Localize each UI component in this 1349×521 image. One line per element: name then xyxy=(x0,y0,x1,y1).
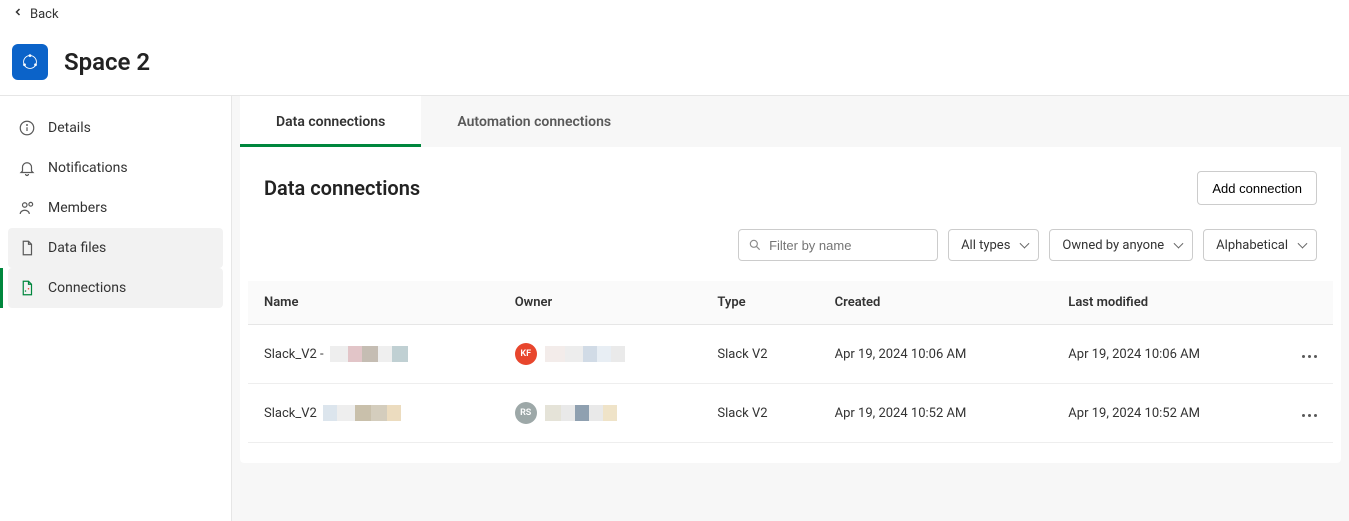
filter-types-label: All types xyxy=(961,238,1010,253)
back-label: Back xyxy=(30,7,59,22)
row-actions-menu[interactable] xyxy=(1302,414,1317,417)
connection-name-cell: Slack_V2 xyxy=(264,405,483,421)
add-connection-button[interactable]: Add connection xyxy=(1197,171,1317,205)
owner-cell: RS xyxy=(515,402,686,424)
sidebar-item-label: Notifications xyxy=(48,160,128,176)
bell-icon xyxy=(18,159,36,177)
redacted-text xyxy=(545,346,625,362)
sidebar-item-label: Members xyxy=(48,200,107,216)
redacted-text xyxy=(330,346,408,362)
add-connection-label: Add connection xyxy=(1212,181,1302,196)
chevron-left-icon xyxy=(12,6,24,22)
connection-modified: Apr 19, 2024 10:06 AM xyxy=(1052,325,1286,384)
sidebar-item-members[interactable]: Members xyxy=(8,188,223,228)
filter-owner-label: Owned by anyone xyxy=(1062,238,1164,253)
tabs: Data connections Automation connections xyxy=(240,96,1341,147)
back-link[interactable]: Back xyxy=(0,0,1349,28)
avatar: KF xyxy=(515,343,537,365)
table-row[interactable]: Slack_V2 - xyxy=(248,325,1333,384)
redacted-text xyxy=(323,405,401,421)
connection-type: Slack V2 xyxy=(701,325,818,384)
table-row[interactable]: Slack_V2 xyxy=(248,384,1333,443)
filter-owner-dropdown[interactable]: Owned by anyone xyxy=(1049,229,1193,261)
sidebar-item-connections[interactable]: Connections xyxy=(8,268,223,308)
sidebar-item-data-files[interactable]: Data files xyxy=(8,228,223,268)
owner-cell: KF xyxy=(515,343,686,365)
connections-table: Name Owner Type Created Last modified Sl… xyxy=(248,281,1333,443)
sidebar: Details Notifications Members Data files… xyxy=(0,96,232,521)
connection-created: Apr 19, 2024 10:52 AM xyxy=(819,384,1053,443)
col-modified[interactable]: Last modified xyxy=(1052,281,1286,325)
file-icon xyxy=(18,239,36,257)
filter-types-dropdown[interactable]: All types xyxy=(948,229,1039,261)
col-name[interactable]: Name xyxy=(248,281,499,325)
filter-sort-dropdown[interactable]: Alphabetical xyxy=(1203,229,1317,261)
avatar: RS xyxy=(515,402,537,424)
filter-sort-label: Alphabetical xyxy=(1216,238,1288,253)
col-created[interactable]: Created xyxy=(819,281,1053,325)
page-header: Space 2 xyxy=(0,28,1349,96)
connections-icon xyxy=(18,279,36,297)
main-content: Data connections Automation connections … xyxy=(232,96,1349,521)
sidebar-item-details[interactable]: Details xyxy=(8,108,223,148)
sidebar-item-notifications[interactable]: Notifications xyxy=(8,148,223,188)
sidebar-item-label: Data files xyxy=(48,240,106,256)
connection-name-cell: Slack_V2 - xyxy=(264,346,483,362)
connection-name: Slack_V2 xyxy=(264,406,317,421)
filter-bar: All types Owned by anyone Alphabetical xyxy=(240,229,1341,281)
tab-automation-connections[interactable]: Automation connections xyxy=(421,96,647,147)
col-owner[interactable]: Owner xyxy=(499,281,702,325)
connection-created: Apr 19, 2024 10:06 AM xyxy=(819,325,1053,384)
col-type[interactable]: Type xyxy=(701,281,818,325)
filter-by-name-input[interactable] xyxy=(738,229,938,261)
connection-modified: Apr 19, 2024 10:52 AM xyxy=(1052,384,1286,443)
connection-name: Slack_V2 - xyxy=(264,347,324,362)
sidebar-item-label: Details xyxy=(48,120,91,136)
panel: Data connections Add connection All type… xyxy=(240,147,1341,463)
search-icon xyxy=(748,238,762,252)
panel-title: Data connections xyxy=(264,176,420,200)
tab-data-connections[interactable]: Data connections xyxy=(240,96,421,147)
page-title: Space 2 xyxy=(64,48,150,76)
sidebar-item-label: Connections xyxy=(48,280,126,296)
search-wrap xyxy=(738,229,938,261)
space-icon xyxy=(12,44,48,80)
members-icon xyxy=(18,199,36,217)
connection-type: Slack V2 xyxy=(701,384,818,443)
row-actions-menu[interactable] xyxy=(1302,355,1317,358)
info-icon xyxy=(18,119,36,137)
redacted-text xyxy=(545,405,617,421)
